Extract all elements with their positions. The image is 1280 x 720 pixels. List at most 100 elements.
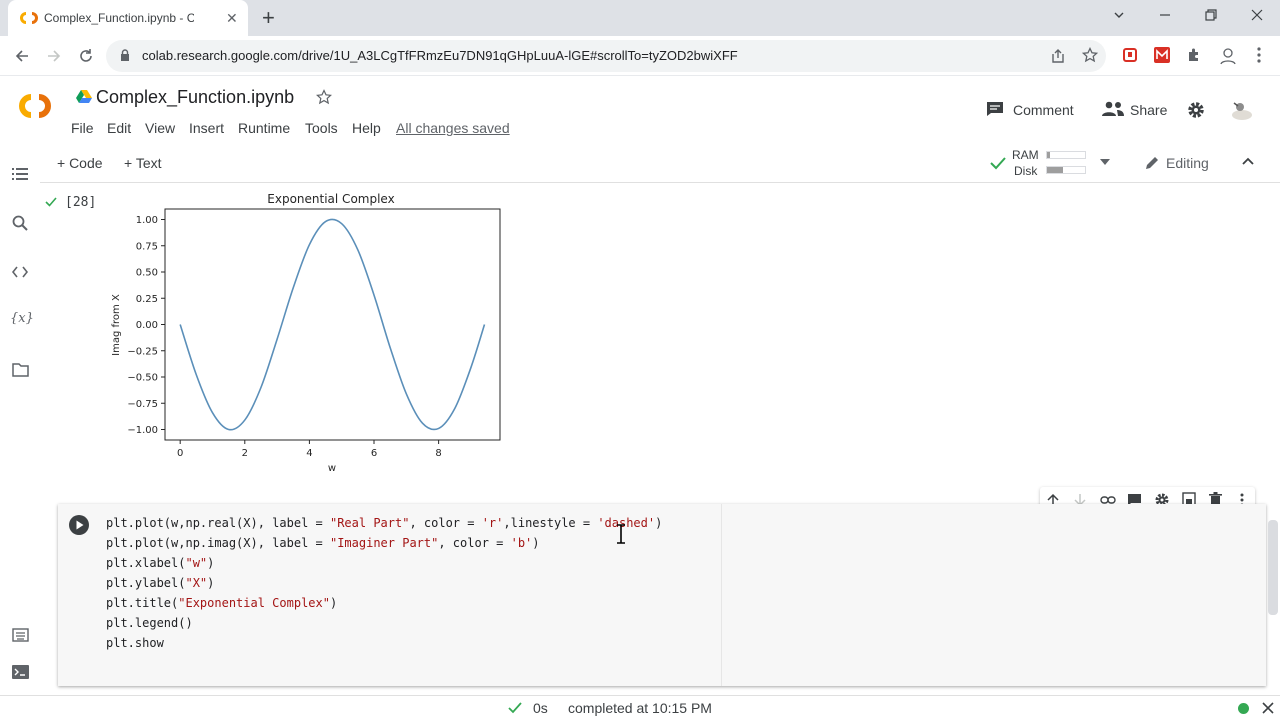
- forward-icon[interactable]: [46, 48, 62, 64]
- notebook-scrollbar[interactable]: [1268, 520, 1278, 615]
- y-tick-label: 0.00: [136, 320, 158, 331]
- ram-usage-bar[interactable]: [1046, 151, 1086, 159]
- execution-duration: 0s: [533, 700, 548, 716]
- user-avatar[interactable]: [1228, 97, 1256, 123]
- add-code-button[interactable]: + Code: [57, 155, 103, 171]
- browser-tab[interactable]: Complex_Function.ipynb - Colab ✕: [8, 0, 248, 36]
- menu-view[interactable]: View: [145, 120, 175, 136]
- code-line[interactable]: plt.plot(w,np.imag(X), label = "Imaginer…: [106, 536, 540, 550]
- table-of-contents-icon[interactable]: [12, 167, 28, 181]
- completion-time: completed at 10:15 PM: [568, 700, 712, 716]
- code-line[interactable]: plt.legend(): [106, 616, 193, 630]
- colab-header: Complex_Function.ipynb File Edit View In…: [0, 77, 1280, 145]
- code-line[interactable]: plt.show: [106, 636, 164, 650]
- y-tick-label: −0.50: [127, 373, 158, 384]
- variables-icon[interactable]: {x}: [10, 311, 34, 326]
- close-tab-icon[interactable]: ✕: [226, 10, 238, 27]
- colab-logo[interactable]: [14, 91, 56, 121]
- terminal-icon[interactable]: [12, 665, 29, 679]
- code-token: , color =: [409, 516, 482, 530]
- code-editor[interactable]: plt.plot(w,np.real(X), label = "Real Par…: [100, 504, 722, 686]
- y-tick-label: −0.25: [127, 346, 158, 357]
- notebook-toolbar: + Code + Text RAM Disk Editing: [40, 145, 1280, 183]
- url-text[interactable]: colab.research.google.com/drive/1U_A3LCg…: [142, 48, 738, 63]
- code-line[interactable]: plt.plot(w,np.real(X), label = "Real Par…: [106, 516, 662, 530]
- menu-insert[interactable]: Insert: [189, 120, 224, 136]
- code-cell: plt.plot(w,np.real(X), label = "Real Par…: [58, 504, 1266, 686]
- search-icon[interactable]: [12, 215, 28, 231]
- code-token: plt.plot(w,np.imag(X), label =: [106, 536, 330, 550]
- menu-runtime[interactable]: Runtime: [238, 120, 290, 136]
- extensions-puzzle-icon[interactable]: [1186, 47, 1202, 63]
- code-line[interactable]: plt.title("Exponential Complex"): [106, 596, 337, 610]
- notebook-title[interactable]: Complex_Function.ipynb: [96, 87, 294, 108]
- restore-icon[interactable]: [1204, 8, 1218, 22]
- code-line[interactable]: plt.xlabel("w"): [106, 556, 214, 570]
- y-axis-label: Imag from X: [111, 294, 122, 356]
- runtime-dropdown-icon[interactable]: [1100, 159, 1110, 165]
- x-tick-label: 4: [306, 448, 312, 459]
- run-cell-button[interactable]: [68, 514, 90, 536]
- drive-icon[interactable]: [76, 89, 92, 103]
- y-tick-label: −0.75: [127, 399, 158, 410]
- status-check-icon: [508, 702, 522, 714]
- profile-avatar-icon[interactable]: [1218, 46, 1238, 66]
- share-page-icon[interactable]: [1050, 48, 1066, 64]
- comment-icon[interactable]: [986, 101, 1004, 117]
- menu-edit[interactable]: Edit: [107, 120, 131, 136]
- status-bar: 0s completed at 10:15 PM: [0, 695, 1280, 720]
- execution-success-check-icon: [45, 197, 57, 207]
- x-tick-label: 6: [371, 448, 377, 459]
- disk-usage-bar[interactable]: [1046, 166, 1086, 174]
- code-token: 'dashed': [597, 516, 656, 530]
- reload-icon[interactable]: [78, 48, 94, 64]
- y-tick-label: 0.75: [136, 241, 158, 252]
- share-button[interactable]: Share: [1130, 102, 1167, 118]
- star-icon[interactable]: [316, 89, 332, 105]
- disk-label: Disk: [1014, 164, 1038, 178]
- minimize-icon[interactable]: [1158, 8, 1172, 22]
- editing-mode-button[interactable]: Editing: [1166, 155, 1209, 171]
- code-token: "Real Part": [329, 516, 410, 530]
- code-token: ,linestyle =: [503, 516, 598, 530]
- code-token: "Exponential Complex": [178, 596, 330, 610]
- code-token: , color =: [438, 536, 511, 550]
- colab-favicon-icon: [20, 11, 38, 25]
- close-status-icon[interactable]: [1262, 702, 1274, 714]
- left-sidebar: {x}: [0, 145, 40, 695]
- collapse-header-icon[interactable]: [1242, 157, 1254, 165]
- x-tick-label: 8: [435, 448, 441, 459]
- menu-tools[interactable]: Tools: [305, 120, 338, 136]
- new-tab-icon[interactable]: +: [262, 5, 275, 31]
- bookmark-star-icon[interactable]: [1082, 47, 1098, 63]
- code-token: ): [655, 516, 663, 530]
- browser-tab-strip: Complex_Function.ipynb - Colab ✕ +: [0, 0, 1280, 36]
- code-token: "Imaginer Part": [329, 536, 439, 550]
- code-token: plt.xlabel(: [106, 556, 186, 570]
- save-status-link[interactable]: All changes saved: [396, 120, 510, 136]
- extension-red-icon[interactable]: [1122, 47, 1138, 63]
- menu-file[interactable]: File: [71, 120, 94, 136]
- y-tick-label: −1.00: [127, 425, 158, 436]
- back-icon[interactable]: [14, 48, 30, 64]
- code-snippets-icon[interactable]: [12, 265, 28, 279]
- tab-title: Complex_Function.ipynb - Colab: [44, 11, 194, 25]
- plot-area: [164, 208, 501, 441]
- tab-search-icon[interactable]: [1112, 8, 1126, 22]
- extension-m-icon[interactable]: [1154, 47, 1170, 63]
- add-text-button[interactable]: + Text: [124, 155, 162, 171]
- files-folder-icon[interactable]: [12, 363, 29, 377]
- lock-icon[interactable]: [120, 49, 130, 62]
- code-line[interactable]: plt.ylabel("X"): [106, 576, 214, 590]
- close-window-icon[interactable]: [1250, 8, 1264, 22]
- browser-menu-icon[interactable]: [1256, 46, 1262, 64]
- settings-gear-icon[interactable]: [1186, 100, 1206, 120]
- share-people-icon[interactable]: [1102, 101, 1124, 117]
- command-palette-icon[interactable]: [12, 628, 29, 642]
- code-token: ): [207, 576, 215, 590]
- x-tick-label: 0: [177, 448, 183, 459]
- menu-help[interactable]: Help: [352, 120, 381, 136]
- y-tick-label: 1.00: [136, 215, 158, 226]
- text-cursor-icon: [616, 524, 626, 544]
- comment-button[interactable]: Comment: [1013, 102, 1074, 118]
